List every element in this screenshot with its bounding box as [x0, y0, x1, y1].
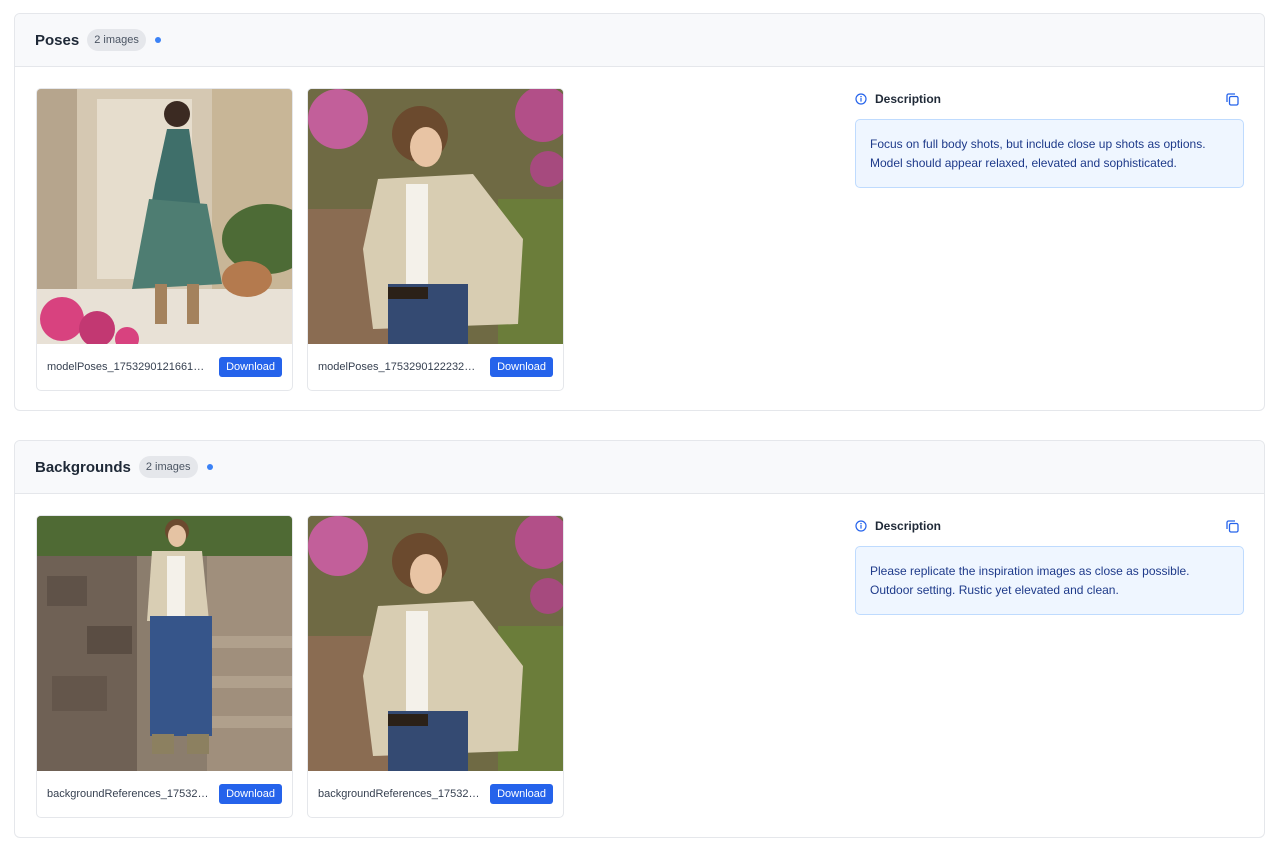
- image-count-badge: 2 images: [87, 29, 146, 51]
- image-card[interactable]: modelPoses_1753290121661_1139... Downloa…: [36, 88, 293, 391]
- description-text: Focus on full body shots, but include cl…: [855, 119, 1244, 188]
- download-button[interactable]: Download: [490, 784, 553, 804]
- image-thumbnail[interactable]: [37, 516, 292, 771]
- image-card[interactable]: modelPoses_1753290122232_1137... Downloa…: [307, 88, 564, 391]
- image-count-badge: 2 images: [138, 456, 198, 478]
- poses-section-header: Poses 2 images: [15, 14, 1264, 67]
- image-filename: modelPoses_1753290122232_1137...: [318, 361, 481, 373]
- status-dot: [206, 464, 213, 470]
- info-circle-icon: [855, 520, 867, 532]
- download-button[interactable]: Download: [219, 357, 282, 377]
- image-card-footer: backgroundReferences_17532901... Downloa…: [37, 771, 292, 817]
- description-panel: Description Please replicate the inspira…: [855, 515, 1244, 615]
- description-header: Description: [855, 88, 1244, 110]
- image-card-footer: backgroundReferences_17532901... Downloa…: [308, 771, 563, 817]
- image-filename: backgroundReferences_17532901...: [318, 788, 482, 800]
- image-filename: modelPoses_1753290121661_1139...: [47, 361, 210, 373]
- image-thumbnail[interactable]: [37, 89, 292, 344]
- description-header: Description: [855, 515, 1244, 537]
- photo-woman-floral-dress: [37, 89, 292, 344]
- description-label: Description: [875, 92, 942, 106]
- photo-woman-stone-stairs: [37, 516, 292, 771]
- photo-woman-linen-blazer: [308, 516, 563, 771]
- download-button[interactable]: Download: [219, 784, 282, 804]
- backgrounds-section-header: Backgrounds 2 images: [15, 441, 1264, 494]
- image-card[interactable]: backgroundReferences_17532901... Downloa…: [307, 515, 564, 818]
- image-thumbnail[interactable]: [308, 89, 563, 344]
- status-dot: [154, 37, 161, 43]
- poses-section: Poses 2 images modelPoses_1753290121661_…: [14, 13, 1265, 411]
- copy-icon[interactable]: [1225, 92, 1240, 107]
- download-button[interactable]: Download: [490, 357, 553, 377]
- image-card-footer: modelPoses_1753290121661_1139... Downloa…: [37, 344, 292, 390]
- image-filename: backgroundReferences_17532901...: [47, 788, 211, 800]
- image-thumbnail[interactable]: [308, 516, 563, 771]
- photo-woman-linen-blazer: [308, 89, 563, 344]
- backgrounds-section: Backgrounds 2 images backgroundReference…: [14, 440, 1265, 838]
- section-title: Backgrounds: [35, 458, 131, 476]
- image-card[interactable]: backgroundReferences_17532901... Downloa…: [36, 515, 293, 818]
- description-text: Please replicate the inspiration images …: [855, 546, 1244, 615]
- copy-icon[interactable]: [1225, 519, 1240, 534]
- section-title: Poses: [35, 31, 80, 49]
- description-label: Description: [875, 519, 942, 533]
- description-panel: Description Focus on full body shots, bu…: [855, 88, 1244, 188]
- image-card-footer: modelPoses_1753290122232_1137... Downloa…: [308, 344, 563, 390]
- info-circle-icon: [855, 93, 867, 105]
